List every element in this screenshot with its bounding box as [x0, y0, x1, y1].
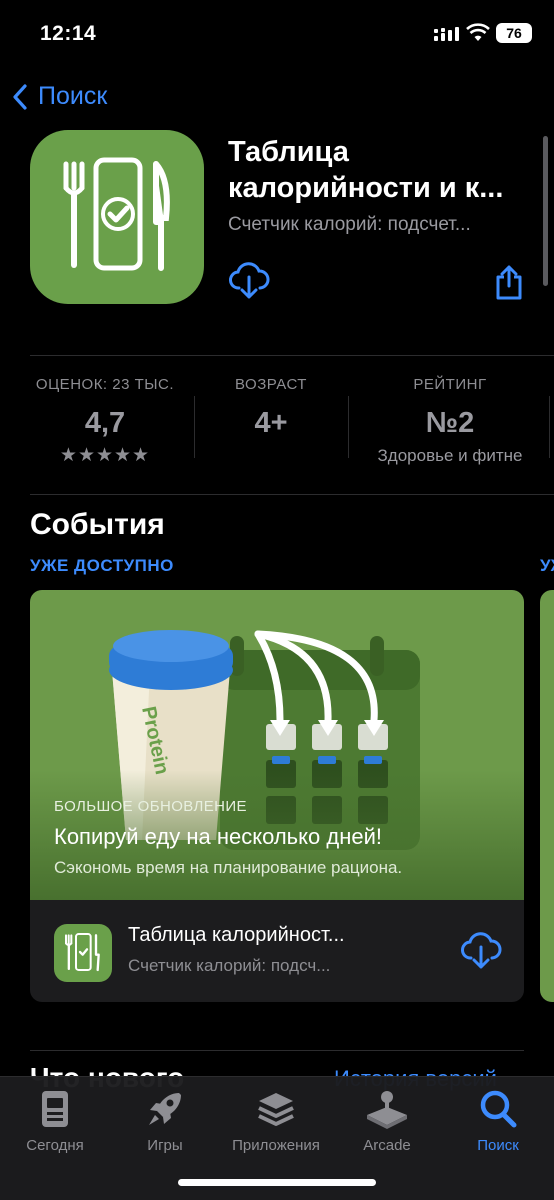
stat-rank-label: РЕЙТИНГ	[413, 376, 487, 393]
event-card-next[interactable]	[540, 590, 554, 1002]
tab-label: Сегодня	[26, 1137, 84, 1154]
signal-icon	[434, 27, 459, 41]
scroll-indicator	[543, 136, 548, 286]
share-icon[interactable]	[494, 264, 524, 300]
stat-age-label: ВОЗРАСТ	[235, 376, 307, 393]
event-kind: БОЛЬШОЕ ОБНОВЛЕНИЕ	[54, 798, 247, 815]
stat-age-value: 4+	[254, 407, 288, 439]
search-icon	[480, 1090, 517, 1128]
back-label: Поиск	[38, 82, 108, 110]
events-tag-peek: УЖ	[540, 556, 554, 575]
tab-label: Игры	[147, 1137, 183, 1154]
event-description: Сэкономь время на планирование рациона.	[54, 858, 403, 877]
rocket-icon	[149, 1093, 181, 1125]
divider	[30, 1050, 524, 1051]
tab-label: Поиск	[477, 1137, 519, 1154]
today-icon	[42, 1091, 68, 1127]
back-button[interactable]: Поиск	[12, 82, 107, 111]
stat-ratings[interactable]: ОЦЕНОК: 23 ТЫС. 4,7 ★★★★★	[30, 376, 180, 467]
app-icon	[30, 130, 204, 304]
divider	[30, 355, 554, 356]
wifi-icon	[466, 23, 490, 41]
tab-arcade[interactable]: Arcade	[337, 1085, 437, 1154]
app-subtitle: Счетчик калорий: подсчет...	[228, 214, 471, 235]
event-app-subtitle: Счетчик калорий: подсч...	[128, 956, 331, 975]
event-title: Копируй еду на несколько дней!	[54, 824, 382, 849]
divider	[348, 396, 349, 458]
divider	[194, 396, 195, 458]
events-tag: УЖЕ ДОСТУПНО	[30, 556, 174, 575]
stat-ratings-value: 4,7	[84, 407, 126, 439]
divider	[30, 494, 554, 495]
app-title: Таблица калорийности и к...	[228, 134, 538, 206]
event-app-icon	[54, 924, 112, 982]
apps-stack-icon	[258, 1093, 294, 1126]
tab-label: Приложения	[232, 1137, 320, 1154]
divider	[549, 396, 550, 458]
app-title-line2: калорийности и к...	[228, 172, 504, 204]
stat-ratings-label: ОЦЕНОК: 23 ТЫС.	[35, 376, 175, 393]
joystick-icon	[367, 1091, 407, 1129]
tab-search[interactable]: Поиск	[448, 1085, 548, 1154]
tab-apps[interactable]: Приложения	[226, 1085, 326, 1154]
chevron-left-icon	[13, 83, 27, 110]
event-card[interactable]: Protein БОЛЬШОЕ ОБНОВЛЕНИЕ Копируй еду н…	[30, 590, 524, 1002]
home-indicator	[178, 1179, 376, 1186]
download-cloud-icon[interactable]	[228, 262, 270, 300]
event-app-title: Таблица калорийност...	[128, 924, 345, 946]
download-cloud-icon[interactable]	[460, 932, 502, 970]
status-bar: 12:14 76	[0, 0, 554, 66]
stat-age[interactable]: ВОЗРАСТ 4+	[210, 376, 332, 440]
tab-today[interactable]: Сегодня	[5, 1085, 105, 1154]
rating-stars-icon: ★★★★★	[59, 445, 151, 466]
battery-indicator: 76	[496, 23, 532, 43]
tab-games[interactable]: Игры	[115, 1085, 215, 1154]
app-title-line1: Таблица	[228, 136, 349, 168]
stat-rank-value: №2	[425, 407, 475, 439]
tab-label: Arcade	[363, 1137, 411, 1154]
status-time: 12:14	[40, 22, 97, 45]
stat-rank[interactable]: РЕЙТИНГ №2 Здоровье и фитне	[360, 376, 540, 466]
stat-rank-category: Здоровье и фитне	[377, 446, 523, 465]
events-heading: События	[30, 508, 165, 541]
